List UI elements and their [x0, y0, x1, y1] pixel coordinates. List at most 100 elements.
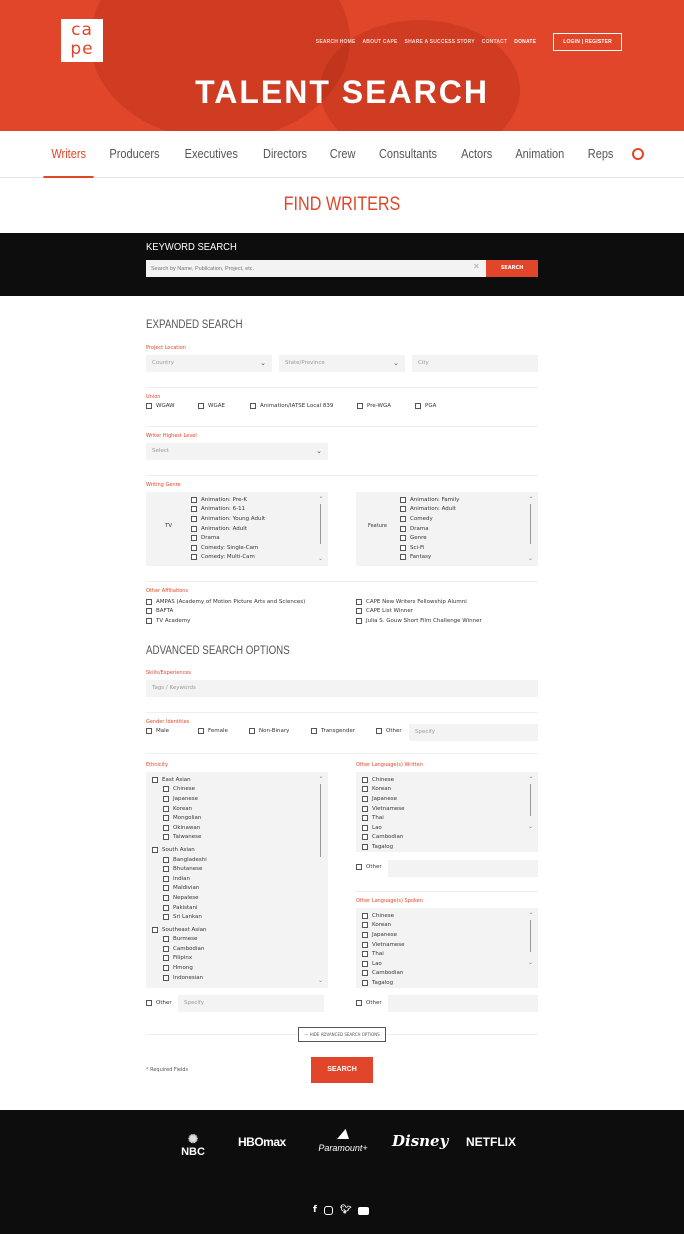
- affiliation-checkbox[interactable]: Julia S. Gouw Short Film Challenge Winne…: [356, 616, 482, 626]
- ethnicity-group-checkbox[interactable]: Southeast Asian: [152, 925, 207, 935]
- scrollbar[interactable]: ⌃ ⌄: [318, 496, 324, 562]
- affiliation-checkbox[interactable]: AMPAS (Academy of Motion Picture Arts an…: [146, 597, 305, 607]
- clear-icon[interactable]: ✕: [473, 262, 480, 271]
- spoken-language-checkbox[interactable]: Chinese: [362, 911, 405, 921]
- hbomax-logo[interactable]: HBOmax: [238, 1135, 286, 1149]
- search-icon[interactable]: [632, 148, 645, 160]
- disney-logo[interactable]: Disney: [392, 1132, 448, 1150]
- cape-logo[interactable]: ca pe: [61, 19, 103, 62]
- tab-crew[interactable]: Crew: [322, 131, 364, 178]
- netflix-logo[interactable]: NETFLIX: [466, 1135, 516, 1149]
- ethnicity-box[interactable]: East Asian Chinese Japanese Korean Mongolian…: [146, 772, 328, 988]
- ethnicity-checkbox[interactable]: Cambodian: [152, 944, 207, 954]
- hide-advanced-options-button[interactable]: — HIDE ADVANCED SEARCH OPTIONS: [298, 1027, 386, 1042]
- written-other-checkbox[interactable]: Other: [356, 864, 382, 870]
- feature-genre-checkbox[interactable]: Comedy: [400, 514, 459, 524]
- feature-genre-checkbox[interactable]: Genre: [400, 533, 459, 543]
- city-input[interactable]: City: [412, 355, 538, 372]
- tab-consultants[interactable]: Consultants: [371, 131, 445, 178]
- ethnicity-checkbox[interactable]: Burmese: [152, 935, 207, 945]
- ethnicity-checkbox[interactable]: Hmong: [152, 963, 207, 973]
- tab-actors[interactable]: Actors: [453, 131, 500, 178]
- tv-genre-checkbox[interactable]: Animation: Young Adult: [191, 514, 265, 524]
- spoken-language-checkbox[interactable]: Lao: [362, 959, 405, 969]
- ethnicity-checkbox[interactable]: Sri Lankan: [152, 912, 207, 922]
- paramount-logo[interactable]: ⛰ Paramount+: [312, 1126, 374, 1153]
- written-language-checkbox[interactable]: Cambodian: [362, 833, 405, 843]
- spoken-language-checkbox[interactable]: Vietnamese: [362, 940, 405, 950]
- writer-level-select[interactable]: Select ⌄: [146, 443, 328, 460]
- tv-genre-checkbox[interactable]: Animation: Pre-K: [191, 495, 265, 505]
- written-language-checkbox[interactable]: Thai: [362, 813, 405, 823]
- nav-about-cape[interactable]: ABOUT CAPE: [362, 39, 397, 45]
- written-other-input[interactable]: [388, 860, 538, 877]
- ethnicity-specify-input[interactable]: Specify: [178, 995, 324, 1012]
- gender-male-checkbox[interactable]: Male: [146, 728, 169, 734]
- tv-genre-checkbox[interactable]: Comedy: Multi-Cam: [191, 553, 265, 563]
- twitter-icon[interactable]: 🐦︎: [340, 1205, 351, 1215]
- ethnicity-checkbox[interactable]: Okinawan: [152, 823, 207, 833]
- affiliation-checkbox[interactable]: CAPE List Winner: [356, 607, 482, 617]
- written-languages-box[interactable]: Chinese Korean Japanese Vietnamese Thai Lao Ca…: [356, 772, 538, 852]
- spoken-language-checkbox[interactable]: Cambodian: [362, 969, 405, 979]
- union-wgaw-checkbox[interactable]: WGAW: [146, 403, 175, 409]
- youtube-icon[interactable]: [358, 1207, 370, 1215]
- gender-other-checkbox[interactable]: Other: [376, 728, 402, 734]
- affiliation-checkbox[interactable]: CAPE New Writers Fellowship Alumni: [356, 597, 482, 607]
- ethnicity-checkbox[interactable]: Chinese: [152, 785, 207, 795]
- state-select[interactable]: State/Province ⌄: [279, 355, 405, 372]
- gender-female-checkbox[interactable]: Female: [198, 728, 228, 734]
- ethnicity-checkbox[interactable]: Indian: [152, 874, 207, 884]
- keyword-search-input[interactable]: [146, 260, 486, 277]
- spoken-language-checkbox[interactable]: Korean: [362, 921, 405, 931]
- tv-genre-box[interactable]: TV Animation: Pre-K Animation: 6-11 Animat…: [146, 492, 328, 566]
- spoken-language-checkbox[interactable]: Japanese: [362, 930, 405, 940]
- scrollbar[interactable]: ⌃ ⌄: [528, 912, 534, 984]
- ethnicity-checkbox[interactable]: Indonesian: [152, 973, 207, 983]
- facebook-icon[interactable]: f: [313, 1205, 317, 1215]
- gender-specify-input[interactable]: Specify: [409, 724, 538, 741]
- spoken-language-checkbox[interactable]: Tagalog: [362, 978, 405, 988]
- feature-genre-box[interactable]: Feature Animation: Family Animation: Adul…: [356, 492, 538, 566]
- ethnicity-checkbox[interactable]: Bhutanese: [152, 864, 207, 874]
- tab-reps[interactable]: Reps: [580, 131, 622, 178]
- nav-search-home[interactable]: SEARCH HOME: [316, 39, 356, 45]
- affiliation-checkbox[interactable]: BAFTA: [146, 607, 305, 617]
- ethnicity-checkbox[interactable]: Pakistani: [152, 903, 207, 913]
- gender-transgender-checkbox[interactable]: Transgender: [311, 728, 355, 734]
- keyword-search-button[interactable]: SEARCH: [486, 260, 538, 277]
- search-button[interactable]: SEARCH: [311, 1057, 373, 1083]
- ethnicity-checkbox[interactable]: Nepalese: [152, 893, 207, 903]
- ethnicity-group-checkbox[interactable]: South Asian: [152, 845, 207, 855]
- written-language-checkbox[interactable]: Chinese: [362, 775, 405, 785]
- tab-producers[interactable]: Producers: [102, 131, 168, 178]
- scrollbar[interactable]: ⌃ ⌄: [528, 776, 534, 848]
- nav-share-story[interactable]: SHARE A SUCCESS STORY: [405, 39, 475, 45]
- union-iatse-checkbox[interactable]: Animation/IATSE Local 839: [250, 403, 333, 409]
- written-language-checkbox[interactable]: Korean: [362, 785, 405, 795]
- ethnicity-checkbox[interactable]: Taiwanese: [152, 833, 207, 843]
- tab-animation[interactable]: Animation: [508, 131, 573, 178]
- nbc-logo[interactable]: ✺ NBC: [178, 1132, 208, 1158]
- tv-genre-checkbox[interactable]: Animation: 6-11: [191, 505, 265, 515]
- tab-directors[interactable]: Directors: [255, 131, 315, 178]
- feature-genre-checkbox[interactable]: Sci-Fi: [400, 543, 459, 553]
- feature-genre-checkbox[interactable]: Drama: [400, 524, 459, 534]
- affiliation-checkbox[interactable]: TV Academy: [146, 616, 305, 626]
- ethnicity-checkbox[interactable]: Filipinx: [152, 954, 207, 964]
- tv-genre-checkbox[interactable]: Drama: [191, 533, 265, 543]
- instagram-icon[interactable]: [323, 1206, 333, 1215]
- spoken-other-checkbox[interactable]: Other: [356, 1000, 382, 1006]
- spoken-language-checkbox[interactable]: Thai: [362, 949, 405, 959]
- country-select[interactable]: Country ⌄: [146, 355, 272, 372]
- skills-input[interactable]: Tags / Keywords: [146, 680, 538, 697]
- written-language-checkbox[interactable]: Japanese: [362, 794, 405, 804]
- ethnicity-checkbox[interactable]: Korean: [152, 804, 207, 814]
- scrollbar[interactable]: ⌃ ⌄: [528, 496, 534, 562]
- union-prewga-checkbox[interactable]: Pre-WGA: [357, 403, 391, 409]
- ethnicity-other-checkbox[interactable]: Other: [146, 1000, 172, 1006]
- tab-writers[interactable]: Writers: [43, 131, 94, 178]
- scrollbar[interactable]: ⌃ ⌄: [318, 776, 324, 984]
- spoken-other-input[interactable]: [388, 995, 538, 1012]
- tv-genre-checkbox[interactable]: Animation: Adult: [191, 524, 265, 534]
